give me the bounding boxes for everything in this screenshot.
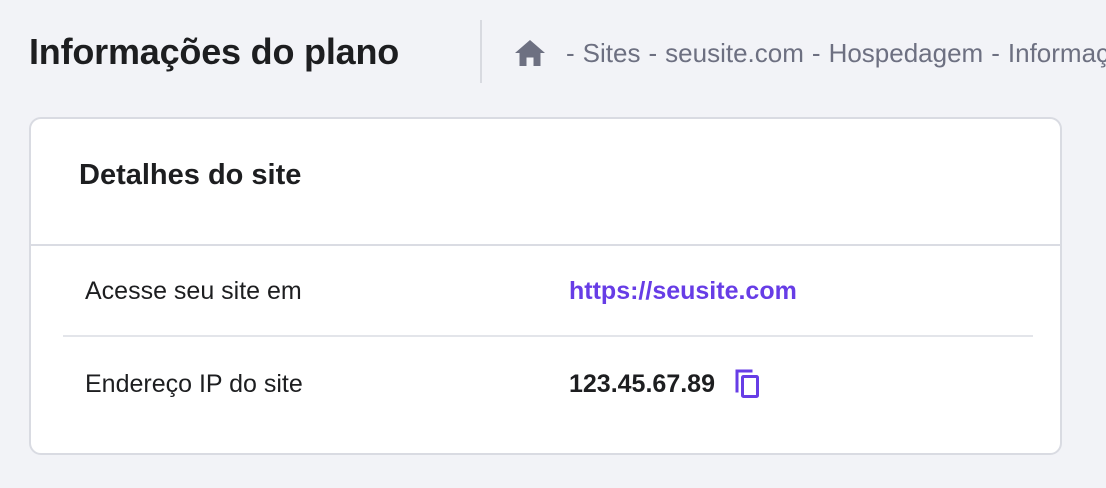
breadcrumb-item-domain[interactable]: seusite.com [665, 38, 804, 69]
site-url-link[interactable]: https://seusite.com [569, 277, 797, 306]
header-divider [480, 20, 482, 83]
home-icon[interactable] [514, 38, 546, 68]
page-header: Informações do plano - Sites - seusite.c… [0, 0, 1106, 104]
breadcrumb-item-sites[interactable]: Sites [583, 38, 641, 69]
card-divider [31, 244, 1060, 246]
breadcrumb-separator: - [566, 37, 575, 68]
row-value-site-url: https://seusite.com [569, 277, 797, 306]
breadcrumb-separator: - [811, 37, 821, 68]
site-details-card: Detalhes do site Acesse seu site em http… [29, 117, 1062, 455]
breadcrumb: - Sites - seusite.com - Hospedagem - Inf… [514, 34, 1106, 72]
breadcrumb-separator: - [991, 37, 1000, 68]
copy-icon[interactable] [733, 367, 763, 401]
row-label-site-url: Acesse seu site em [85, 276, 302, 305]
card-title: Detalhes do site [79, 159, 302, 191]
row-value-ip-address: 123.45.67.89 [569, 367, 763, 401]
breadcrumb-item-plan-info: Informações do plano [1007, 37, 1106, 68]
breadcrumb-separator: - [648, 37, 658, 68]
detail-row-site-url: Acesse seu site em https://seusite.com [63, 247, 1033, 337]
row-label-ip-address: Endereço IP do site [85, 369, 303, 398]
ip-address-value: 123.45.67.89 [569, 369, 715, 398]
detail-row-ip-address: Endereço IP do site 123.45.67.89 [63, 339, 1033, 429]
breadcrumb-item-hosting[interactable]: Hospedagem [829, 38, 984, 69]
page-title: Informações do plano [29, 31, 400, 72]
